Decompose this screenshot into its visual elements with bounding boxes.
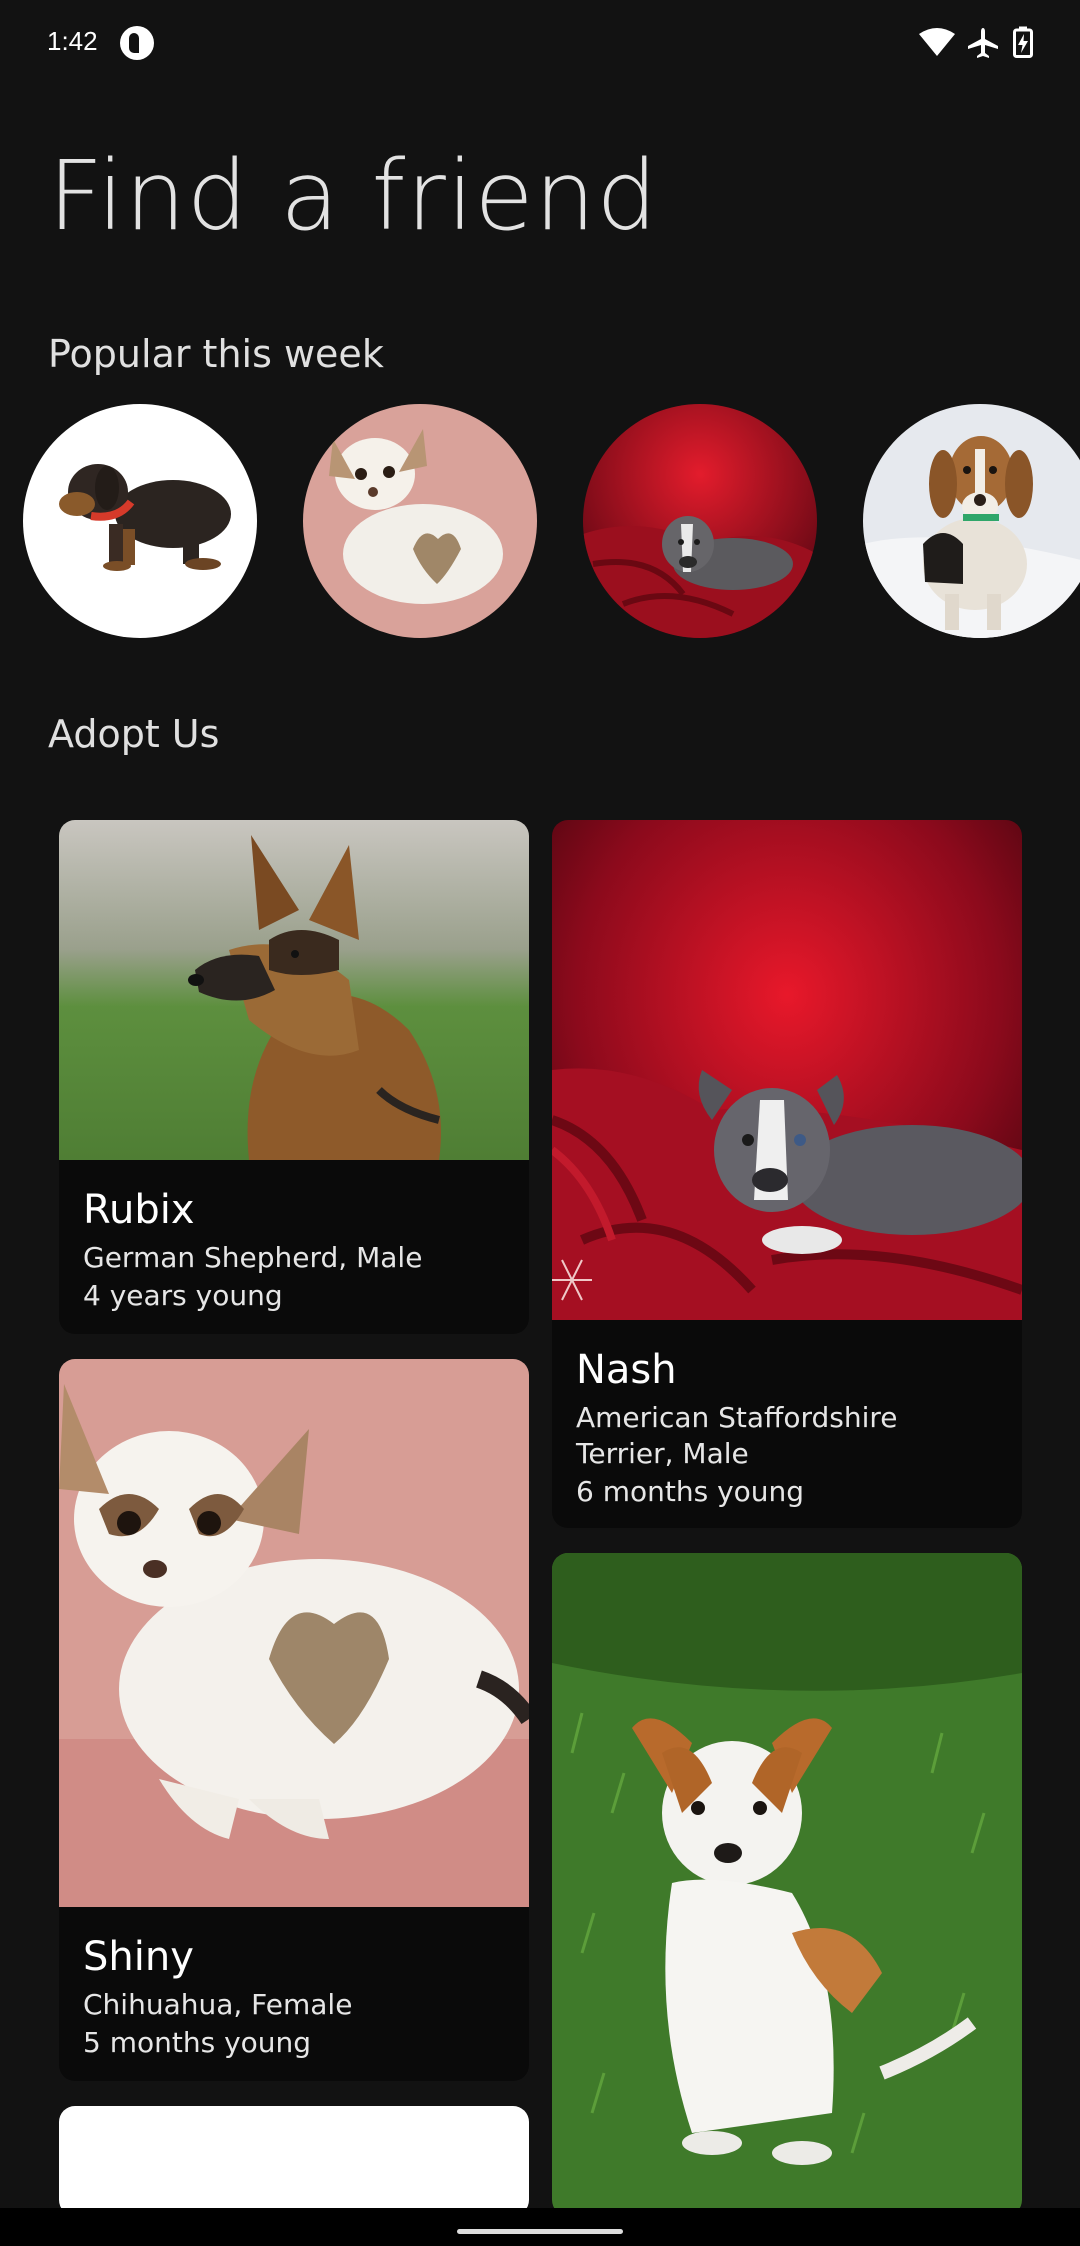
app-notification-icon: [120, 26, 154, 60]
wifi-icon: [919, 28, 955, 56]
dachshund-puppy-photo: [23, 404, 257, 638]
staffordshire-terrier-photo: [552, 820, 1022, 1320]
home-gesture-handle[interactable]: [457, 2229, 623, 2234]
pet-breed: Chihuahua, Female: [83, 1988, 353, 2021]
pet-age: 4 years young: [83, 1279, 283, 1312]
pet-photo-nash: [552, 820, 1022, 1320]
page-title: Find a friend: [48, 140, 659, 252]
pet-card-nash[interactable]: Nash American Staffordshire Terrier, Mal…: [552, 820, 1022, 1528]
pet-card-shiny[interactable]: Shiny Chihuahua, Female 5 months young: [59, 1359, 529, 2081]
pet-age: 6 months young: [576, 1475, 805, 1508]
staffordshire-puppy-photo: [583, 404, 817, 638]
popular-item-dachshund[interactable]: [23, 404, 257, 638]
pet-name: Rubix: [83, 1187, 195, 1233]
popular-section-heading: Popular this week: [48, 332, 384, 376]
pet-card-jack-russell[interactable]: [552, 1553, 1022, 2216]
pet-card-rubix[interactable]: Rubix German Shepherd, Male 4 years youn…: [59, 820, 529, 1334]
jack-russell-puppy-photo: [552, 1553, 1022, 2216]
airplane-mode-icon: [968, 28, 998, 58]
status-bar: 1:42: [0, 0, 1080, 88]
pet-age: 5 months young: [83, 2026, 312, 2059]
pet-photo-jack-russell: [552, 1553, 1022, 2216]
pet-name: Shiny: [83, 1934, 194, 1980]
pet-card-placeholder[interactable]: [59, 2106, 529, 2216]
pet-breed: German Shepherd, Male: [83, 1241, 423, 1274]
pet-breed: American Staffordshire Terrier, Male: [576, 1401, 898, 1470]
popular-item-staffordshire[interactable]: [583, 404, 817, 638]
navigation-bar: [0, 2208, 1080, 2246]
beagle-photo: [863, 404, 1080, 638]
chihuahua-photo: [303, 404, 537, 638]
popular-item-beagle[interactable]: [863, 404, 1080, 638]
popular-carousel[interactable]: [0, 404, 1080, 640]
adopt-section-heading: Adopt Us: [48, 712, 220, 756]
chihuahua-photo-large: [59, 1359, 529, 1907]
pet-name: Nash: [576, 1347, 677, 1393]
popular-item-chihuahua[interactable]: [303, 404, 537, 638]
status-time: 1:42: [47, 26, 98, 56]
battery-charging-icon: [1013, 26, 1033, 58]
german-shepherd-photo: [59, 820, 529, 1160]
pet-photo-shiny: [59, 1359, 529, 1907]
pet-photo-rubix: [59, 820, 529, 1160]
